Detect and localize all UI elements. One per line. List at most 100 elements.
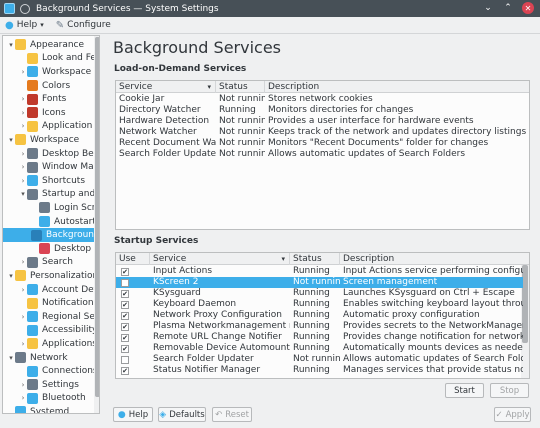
table-row[interactable]: ✔ Input Actions Running Input Actions servi… — [116, 266, 523, 277]
sidebar-tree[interactable]: Systemd › Bluetooth › Settings Connections ▾ Ne… — [2, 35, 100, 414]
use-checkbox[interactable] — [121, 279, 129, 287]
sidebar-item[interactable]: ▾ Personalization — [3, 269, 99, 283]
help-menu-button[interactable]: ● Help ▾ — [5, 20, 44, 31]
expand-arrow-icon[interactable]: › — [19, 109, 27, 117]
sidebar-item[interactable]: › Search — [3, 256, 99, 270]
use-checkbox[interactable]: ✔ — [121, 312, 129, 320]
startup-col-use[interactable]: Use — [116, 253, 150, 265]
use-checkbox[interactable]: ✔ — [121, 367, 129, 375]
expand-arrow-icon[interactable]: › — [19, 340, 27, 348]
sidebar-item[interactable]: ▾ Network — [3, 351, 99, 365]
sidebar-scrollbar[interactable] — [94, 36, 99, 413]
configure-button[interactable]: ✎ Configure — [56, 20, 111, 31]
use-checkbox[interactable]: ✔ — [121, 345, 129, 353]
table-row[interactable]: Hardware Detection Not runningProvides a … — [116, 116, 529, 127]
sidebar-item-icon — [31, 229, 42, 241]
table-row[interactable]: Cookie Jar Not runningStores network cook… — [116, 94, 529, 105]
sidebar-item[interactable]: Desktop Session — [3, 242, 99, 256]
startup-services-table[interactable]: Use Service ▾ Status Description ✔ Input A… — [115, 252, 530, 379]
pin-icon[interactable] — [20, 3, 30, 14]
expand-arrow-icon[interactable]: › — [19, 394, 27, 402]
table-row[interactable]: ✔ Status Notifier Manager Running Manages s… — [116, 365, 523, 376]
use-checkbox[interactable]: ✔ — [121, 301, 129, 309]
use-checkbox[interactable]: ✔ — [121, 268, 129, 276]
sidebar-item[interactable]: ▾ Startup and Shutdown — [3, 188, 99, 202]
table-row[interactable]: Network Watcher Not runningKeeps track of… — [116, 127, 529, 138]
sidebar-item[interactable]: ▾ Workspace — [3, 133, 99, 147]
table-row[interactable]: ✔ Network Proxy Configuration Running Autom… — [116, 310, 523, 321]
table-row[interactable]: ✔ Plasma Networkmanagement moduleRunning P… — [116, 321, 523, 332]
sidebar-item[interactable]: › Settings — [3, 378, 99, 392]
use-checkbox[interactable]: ✔ — [121, 334, 129, 342]
expand-arrow-icon[interactable]: ▾ — [19, 190, 27, 198]
sidebar-item[interactable]: Notifications — [3, 296, 99, 310]
sidebar-item[interactable]: Connections — [3, 364, 99, 378]
table-row[interactable]: ✔ Remote URL Change Notifier Running Provid… — [116, 332, 523, 343]
expand-arrow-icon[interactable]: ▾ — [7, 354, 15, 362]
table-row[interactable]: Directory Watcher Running Monitors directo… — [116, 105, 529, 116]
expand-arrow-icon[interactable]: › — [19, 258, 27, 266]
start-button[interactable]: Start — [445, 383, 484, 398]
help-button[interactable]: ● Help — [113, 407, 153, 422]
lod-col-status[interactable]: Status — [216, 81, 265, 93]
expand-arrow-icon[interactable]: › — [19, 177, 27, 185]
lod-col-description[interactable]: Description — [265, 81, 529, 93]
use-checkbox[interactable] — [121, 356, 129, 364]
table-row[interactable]: ✔ KSysguard Running Launches KSysguard on C… — [116, 288, 523, 299]
startup-col-description[interactable]: Description — [340, 253, 529, 265]
table-row[interactable]: KScreen 2 Not runningScreen management — [116, 277, 523, 288]
startup-col-service[interactable]: Service ▾ — [150, 253, 290, 265]
minimize-icon[interactable]: ⌄ — [482, 2, 494, 14]
use-checkbox[interactable]: ✔ — [121, 290, 129, 298]
sidebar-item[interactable]: Autostart — [3, 215, 99, 229]
sidebar-item[interactable]: › Desktop Behavior — [3, 147, 99, 161]
help-button-label: Help — [128, 409, 149, 420]
close-icon[interactable]: ✕ — [522, 2, 534, 14]
table-row[interactable]: Search Folder UpdaterNot runningAllows a… — [116, 149, 529, 160]
sidebar-item[interactable]: › Regional Settings — [3, 310, 99, 324]
sidebar-item[interactable]: › Applications — [3, 337, 99, 351]
expand-arrow-icon[interactable]: › — [19, 95, 27, 103]
sidebar-item[interactable]: Login Screen (SDDM) — [3, 201, 99, 215]
expand-arrow-icon[interactable]: › — [19, 122, 27, 130]
sidebar-item[interactable]: ▾ Appearance — [3, 38, 99, 52]
lod-services-table[interactable]: Service ▾ Status Description Cookie Jar No… — [115, 80, 530, 230]
sidebar-item[interactable]: › Window Management — [3, 160, 99, 174]
table-row[interactable]: Search Folder UpdaterNot runningAllows a… — [116, 354, 523, 365]
sidebar-scrollbar-thumb[interactable] — [95, 37, 99, 397]
use-checkbox[interactable]: ✔ — [121, 323, 129, 331]
sidebar-item[interactable]: Systemd — [3, 405, 99, 413]
sidebar-item[interactable]: Colors — [3, 79, 99, 93]
defaults-button[interactable]: ◈ Defaults — [158, 407, 206, 422]
sidebar-item[interactable]: › Fonts — [3, 92, 99, 106]
apply-button[interactable]: ✓ Apply — [494, 407, 531, 422]
table-row[interactable]: ✔ Keyboard Daemon Running Enables switching… — [116, 299, 523, 310]
sidebar-item[interactable]: › Shortcuts — [3, 174, 99, 188]
table-row[interactable]: Recent Document WatcherNot runningMonito… — [116, 138, 529, 149]
cell-description: Automatic proxy configuration — [343, 310, 480, 320]
expand-arrow-icon[interactable]: › — [19, 163, 27, 171]
sidebar-item[interactable]: › Bluetooth — [3, 392, 99, 406]
expand-arrow-icon[interactable]: › — [19, 68, 27, 76]
stop-button[interactable]: Stop — [490, 383, 529, 398]
maximize-icon[interactable]: ⌃ — [502, 2, 514, 14]
sidebar-item[interactable]: › Application Style — [3, 120, 99, 134]
expand-arrow-icon[interactable]: › — [19, 150, 27, 158]
expand-arrow-icon[interactable]: ▾ — [7, 41, 15, 49]
lod-col-service[interactable]: Service ▾ — [116, 81, 216, 93]
table-row[interactable]: ✔ Removable Device Automounter Running Auto… — [116, 343, 523, 354]
sidebar-item[interactable]: Look and Feel — [3, 52, 99, 66]
expand-arrow-icon[interactable]: › — [19, 381, 27, 389]
sidebar-item[interactable]: Accessibility — [3, 324, 99, 338]
sidebar-item[interactable]: › Workspace Theme — [3, 65, 99, 79]
expand-arrow-icon[interactable]: ▾ — [7, 136, 15, 144]
sidebar-item[interactable]: › Account Details — [3, 283, 99, 297]
expand-arrow-icon[interactable]: ▾ — [7, 272, 15, 280]
expand-arrow-icon[interactable]: › — [19, 313, 27, 321]
sidebar-item[interactable]: › Icons — [3, 106, 99, 120]
expand-arrow-icon[interactable]: › — [19, 286, 27, 294]
reset-button[interactable]: ↶ Reset — [212, 407, 252, 422]
sidebar-item[interactable]: Background Services — [3, 228, 99, 242]
sidebar-item-icon — [27, 188, 38, 200]
startup-col-status[interactable]: Status — [290, 253, 340, 265]
